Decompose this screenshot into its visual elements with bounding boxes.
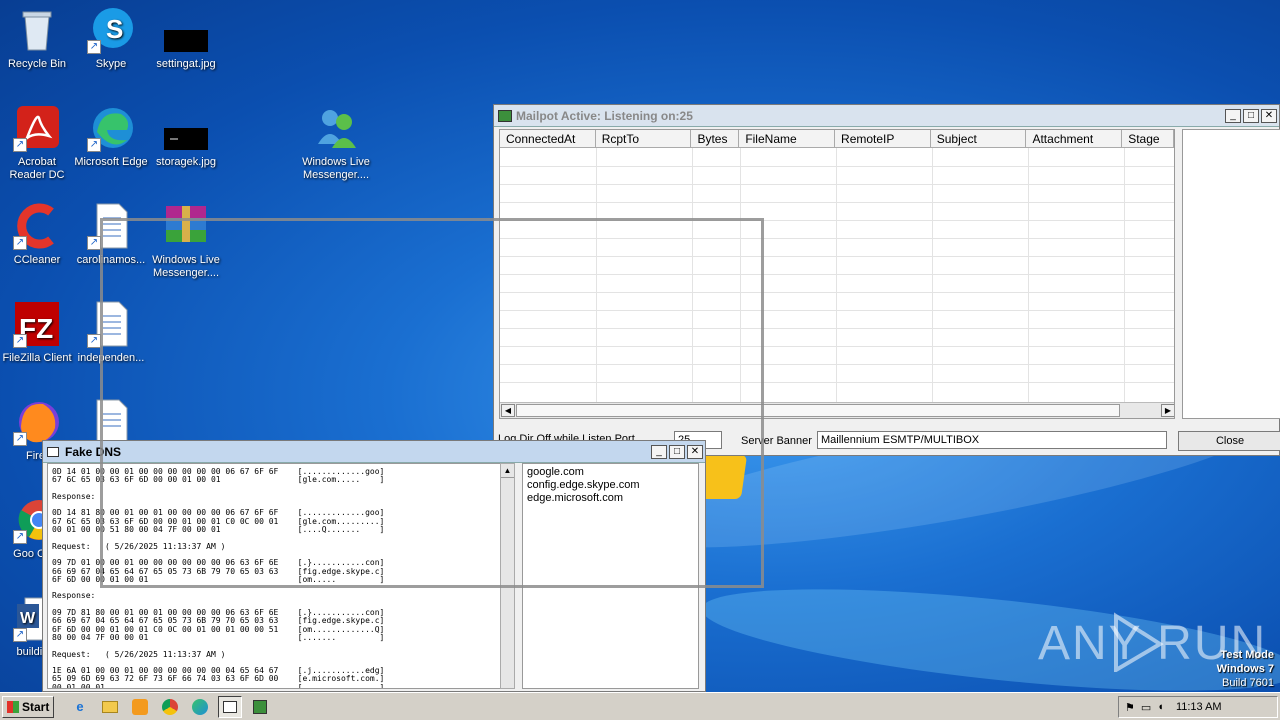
grid-col-line <box>836 148 837 404</box>
acrobat-icon: ↗ <box>13 104 61 152</box>
media-player-icon[interactable] <box>128 696 152 718</box>
desktop-icon-filezilla[interactable]: FZ ↗ FileZilla Client <box>0 300 74 365</box>
desktop-icon-label: Recycle Bin <box>7 58 67 70</box>
recycle-bin-icon <box>13 6 61 54</box>
drag-outline <box>100 218 764 588</box>
os-build-label: Build 7601 <box>1222 677 1274 689</box>
skype-icon: S ↗ <box>87 6 135 54</box>
col-rcptto[interactable]: RcptTo <box>596 130 692 147</box>
system-tray: ⚑ ▭ ◖ 11:13 AM <box>1118 696 1278 718</box>
desktop-icon-edge[interactable]: ↗ Microsoft Edge <box>74 104 148 169</box>
start-button[interactable]: Start <box>2 695 54 718</box>
network-icon[interactable]: ▭ <box>1141 701 1151 714</box>
mailpot-titlebar[interactable]: Mailpot Active: Listening on:25 _ □ ✕ <box>494 105 1279 127</box>
volume-icon[interactable]: ◖ <box>1157 701 1164 713</box>
desktop-icon-storagek[interactable]: storagek.jpg <box>149 104 223 169</box>
desktop-icon-skype[interactable]: S ↗ Skype <box>74 6 148 71</box>
fakedns-app-icon <box>47 446 59 457</box>
chrome-icon[interactable] <box>158 696 182 718</box>
minimize-button[interactable]: _ <box>1225 108 1241 123</box>
windows-logo-icon <box>7 700 19 713</box>
side-panel <box>1182 129 1280 419</box>
desktop-icon-recycle-bin[interactable]: Recycle Bin <box>0 6 74 71</box>
messenger-icon <box>312 104 360 152</box>
close-button[interactable]: Close <box>1178 431 1280 451</box>
grid-row-line <box>500 166 1174 167</box>
close-window-button[interactable]: ✕ <box>1261 108 1277 123</box>
flag-icon[interactable]: ⚑ <box>1125 701 1135 714</box>
svg-text:S: S <box>106 14 123 44</box>
edge-icon: ↗ <box>87 104 135 152</box>
ccleaner-icon: ↗ <box>13 202 61 250</box>
edge-icon[interactable] <box>188 696 212 718</box>
explorer-icon[interactable] <box>98 696 122 718</box>
grid-col-line <box>1124 148 1125 404</box>
filezilla-icon: FZ ↗ <box>13 300 61 348</box>
os-info: Test Mode Windows 7 Build 7601 <box>1217 648 1274 690</box>
desktop-icon-settingat[interactable]: settingat.jpg <box>149 6 223 71</box>
grid-row-line <box>500 202 1174 203</box>
mailpot-title: Mailpot Active: Listening on:25 <box>516 108 693 123</box>
desktop-icon-label: Microsoft Edge <box>74 156 148 168</box>
ie-icon[interactable]: e <box>68 696 92 718</box>
maximize-button[interactable]: □ <box>1243 108 1259 123</box>
test-mode-label: Test Mode <box>1220 649 1274 661</box>
desktop-icon-ccleaner[interactable]: ↗ CCleaner <box>0 202 74 267</box>
image-file-icon <box>162 6 210 54</box>
desktop-icon-label: storagek.jpg <box>156 156 216 168</box>
col-stage[interactable]: Stage <box>1122 130 1174 147</box>
os-name-label: Windows 7 <box>1216 663 1274 675</box>
grid-row-line <box>500 184 1174 185</box>
grid-header: ConnectedAt RcptTo Bytes FileName Remote… <box>500 130 1174 148</box>
scroll-right-button[interactable]: ▶ <box>1161 404 1174 417</box>
col-remoteip[interactable]: RemoteIP <box>835 130 931 147</box>
desktop-icon-label: Skype <box>95 58 127 70</box>
anyrun-watermark: ANY RUN <box>1038 612 1265 674</box>
image-file-icon <box>162 104 210 152</box>
fakedns-task-icon[interactable] <box>218 695 242 718</box>
taskbar: Start e ⚑ ▭ ◖ 11:13 AM <box>0 692 1280 720</box>
col-connectedat[interactable]: ConnectedAt <box>500 130 596 147</box>
server-banner-input[interactable] <box>817 431 1167 449</box>
col-attachment[interactable]: Attachment <box>1026 130 1123 147</box>
col-subject[interactable]: Subject <box>931 130 1027 147</box>
desktop-icon-label: Acrobat Reader DC <box>9 156 65 181</box>
desktop-icon-acrobat[interactable]: ↗ Acrobat Reader DC <box>0 104 74 182</box>
col-bytes[interactable]: Bytes <box>691 130 740 147</box>
desktop-icon-label: CCleaner <box>13 254 61 266</box>
desktop-icon-label: Windows Live Messenger.... <box>302 156 370 181</box>
mailpot-app-icon <box>498 109 512 122</box>
mailpot-task-icon[interactable] <box>248 696 272 718</box>
firefox-icon: ↗ <box>13 398 61 446</box>
desktop-icon-messenger[interactable]: Windows Live Messenger.... <box>299 104 373 182</box>
grid-col-line <box>932 148 933 404</box>
svg-text:W: W <box>20 610 36 627</box>
clock[interactable]: 11:13 AM <box>1176 701 1222 713</box>
col-filename[interactable]: FileName <box>739 130 836 147</box>
start-label: Start <box>22 699 50 714</box>
desktop-icon-label: settingat.jpg <box>156 58 216 70</box>
desktop: Recycle Bin S ↗ Skype settingat.jpg ↗ Ac… <box>0 0 1280 692</box>
grid-col-line <box>1028 148 1029 404</box>
desktop-icon-label: FileZilla Client <box>2 352 72 364</box>
